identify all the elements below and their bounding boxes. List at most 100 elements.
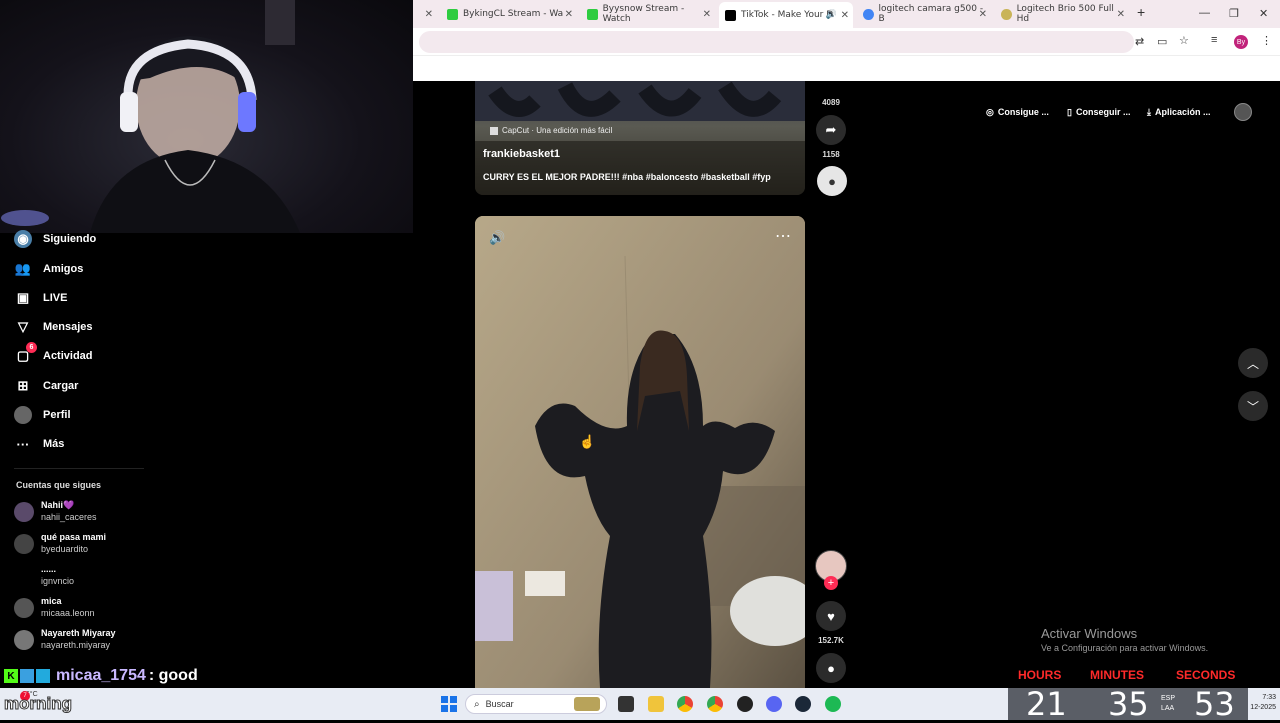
kick-icon xyxy=(587,8,598,20)
next-video-button[interactable]: ﹀ xyxy=(1238,391,1268,421)
tab-tiktok[interactable]: TikTok - Make Your D 🔊 ✕ xyxy=(719,2,853,28)
tab-logitech-brio[interactable]: Logitech Brio 500 Full Hd ✕ xyxy=(1001,4,1125,24)
steam-icon[interactable] xyxy=(795,696,811,712)
taskbar-clock[interactable]: 7:33 12-2025 xyxy=(1250,693,1276,713)
download-icon: ⤓ xyxy=(1147,106,1151,117)
video-author[interactable]: frankiebasket1 xyxy=(483,148,560,160)
tab-title: TikTok - Make Your D xyxy=(741,10,834,20)
clock-date: 12-2025 xyxy=(1250,704,1276,711)
account-name: qué pasa mami xyxy=(41,532,107,542)
following-account[interactable]: Nahii💜 nahii_caceres xyxy=(14,499,97,523)
video-card-current[interactable]: 🔊 ⋯ xyxy=(475,216,805,688)
share-icon: ➦ xyxy=(825,122,837,137)
sidebar-item-live[interactable]: ▣ LIVE xyxy=(14,289,68,307)
search-icon: ⌕ xyxy=(474,698,480,710)
share-button[interactable]: ➦ xyxy=(816,115,846,145)
user-avatar[interactable] xyxy=(1234,103,1252,121)
address-bar[interactable] xyxy=(419,31,1134,53)
sidebar-item-label: Más xyxy=(43,438,65,450)
webcam-overlay xyxy=(0,0,413,233)
sidebar-item-mensajes[interactable]: ▽ Mensajes xyxy=(14,318,93,336)
timer-minutes-label: MINUTES xyxy=(1090,668,1144,682)
following-account[interactable]: ...... ignvncio xyxy=(14,563,74,587)
follow-plus-icon[interactable]: + xyxy=(824,576,838,590)
language-code: ESP xyxy=(1161,695,1176,702)
phone-icon: ▯ xyxy=(1067,106,1072,117)
account-username: nayareth.miyaray xyxy=(41,640,111,650)
window-close-button[interactable]: ✕ xyxy=(1259,7,1268,20)
cast-icon[interactable]: ▭ xyxy=(1157,35,1167,48)
taskbar-search[interactable]: ⌕ Buscar xyxy=(465,694,607,714)
comment-button[interactable]: ● xyxy=(816,653,846,683)
sidebar-item-actividad[interactable]: ▢ 6 Actividad xyxy=(14,342,93,365)
upload-icon: ⊞ xyxy=(17,378,29,393)
get-app-link[interactable]: ▯ Conseguir ... xyxy=(1067,100,1130,124)
sidebar-item-cargar[interactable]: ⊞ Cargar xyxy=(14,377,79,395)
capcut-icon xyxy=(490,126,498,135)
tab-logitech-g500[interactable]: logitech camara g500 - B ✕ xyxy=(863,4,987,24)
tab-bykingcl[interactable]: BykingCL Stream - Wa ✕ xyxy=(447,4,573,24)
close-icon[interactable]: ✕ xyxy=(565,9,573,20)
account-username: micaaa.leonn xyxy=(41,608,95,618)
music-disc[interactable]: ● xyxy=(817,166,847,196)
activity-badge: 6 xyxy=(26,342,37,353)
tab-byysnow[interactable]: Byysnow Stream - Watch ✕ xyxy=(587,4,711,24)
obs-icon[interactable] xyxy=(737,696,753,712)
google-icon xyxy=(863,8,874,20)
sidebar-item-mas[interactable]: ··· Más xyxy=(14,435,65,453)
kick-badge-icon: K xyxy=(4,669,18,683)
minimize-button[interactable]: — xyxy=(1199,7,1210,19)
following-account[interactable]: Nayareth Miyaray nayareth.miyaray xyxy=(14,627,116,651)
chrome-icon[interactable] xyxy=(677,696,693,712)
avatar xyxy=(14,630,34,650)
pill-label: Consigue ... xyxy=(997,107,1049,117)
translate-icon[interactable]: ⇄ xyxy=(1135,35,1144,48)
sidebar-item-amigos[interactable]: 👥 Amigos xyxy=(14,260,83,278)
chrome-profile-icon[interactable] xyxy=(707,696,723,712)
desktop-app-link[interactable]: ⤓ Aplicación ... xyxy=(1147,100,1211,124)
close-icon[interactable]: ✕ xyxy=(1117,9,1125,20)
windows-start-icon[interactable] xyxy=(441,696,457,712)
video-caption: CURRY ES EL MEJOR PADRE!!! #nba #balonce… xyxy=(483,172,771,182)
language-indicator[interactable]: ESP LAA xyxy=(1161,694,1175,714)
file-explorer-icon[interactable] xyxy=(648,696,664,712)
more-options-icon[interactable]: ⋯ xyxy=(775,226,791,246)
like-button[interactable]: ♥ xyxy=(816,601,846,631)
search-highlight-icon xyxy=(574,697,600,711)
sidebar-item-label: Actividad xyxy=(43,350,93,362)
speaker-icon[interactable]: 🔊 xyxy=(826,10,837,20)
tab-close-icon[interactable]: ✕ xyxy=(423,4,433,24)
heart-icon: ♥ xyxy=(827,608,835,624)
capcut-label[interactable]: CapCut · Una edición más fácil xyxy=(490,126,612,135)
profile-avatar[interactable]: By xyxy=(1234,35,1248,49)
volume-icon[interactable]: 🔊 xyxy=(489,230,505,246)
subscriber-badge-icon xyxy=(20,669,34,683)
maximize-button[interactable]: ❐ xyxy=(1229,7,1239,20)
coin-icon: ◎ xyxy=(986,106,994,117)
tiktok-icon xyxy=(725,9,736,21)
friends-icon: 👥 xyxy=(14,261,32,276)
close-icon[interactable]: ✕ xyxy=(841,10,849,21)
discord-icon[interactable] xyxy=(766,696,782,712)
pill-label: Conseguir ... xyxy=(1075,107,1131,117)
avatar xyxy=(14,566,34,586)
morning-overlay-text: morning xyxy=(4,694,73,714)
bookmark-star-icon[interactable]: ☆ xyxy=(1179,34,1189,47)
account-name: mica xyxy=(41,596,62,606)
close-icon[interactable]: ✕ xyxy=(979,9,987,20)
previous-video-button[interactable]: ︿ xyxy=(1238,348,1268,378)
video-card-previous[interactable]: CapCut · Una edición más fácil frankieba… xyxy=(475,81,805,195)
spotify-icon[interactable] xyxy=(825,696,841,712)
sidebar-item-siguiendo[interactable]: ◉ Siguiendo xyxy=(14,230,96,248)
close-icon[interactable]: ✕ xyxy=(703,9,711,20)
following-account[interactable]: mica micaaa.leonn xyxy=(14,595,95,619)
menu-icon[interactable]: ⋮ xyxy=(1261,34,1272,47)
task-view-icon[interactable] xyxy=(618,696,634,712)
get-coins-link[interactable]: ◎ Consigue ... xyxy=(986,100,1049,124)
media-icon[interactable]: ≡ xyxy=(1211,34,1217,46)
sidebar-item-label: Cargar xyxy=(43,380,79,392)
new-tab-button[interactable]: + xyxy=(1137,4,1145,20)
sidebar-item-perfil[interactable]: Perfil xyxy=(14,406,71,424)
following-account[interactable]: qué pasa mami byeduardito xyxy=(14,531,106,555)
tab-title: Byysnow Stream - Watch xyxy=(602,4,685,24)
